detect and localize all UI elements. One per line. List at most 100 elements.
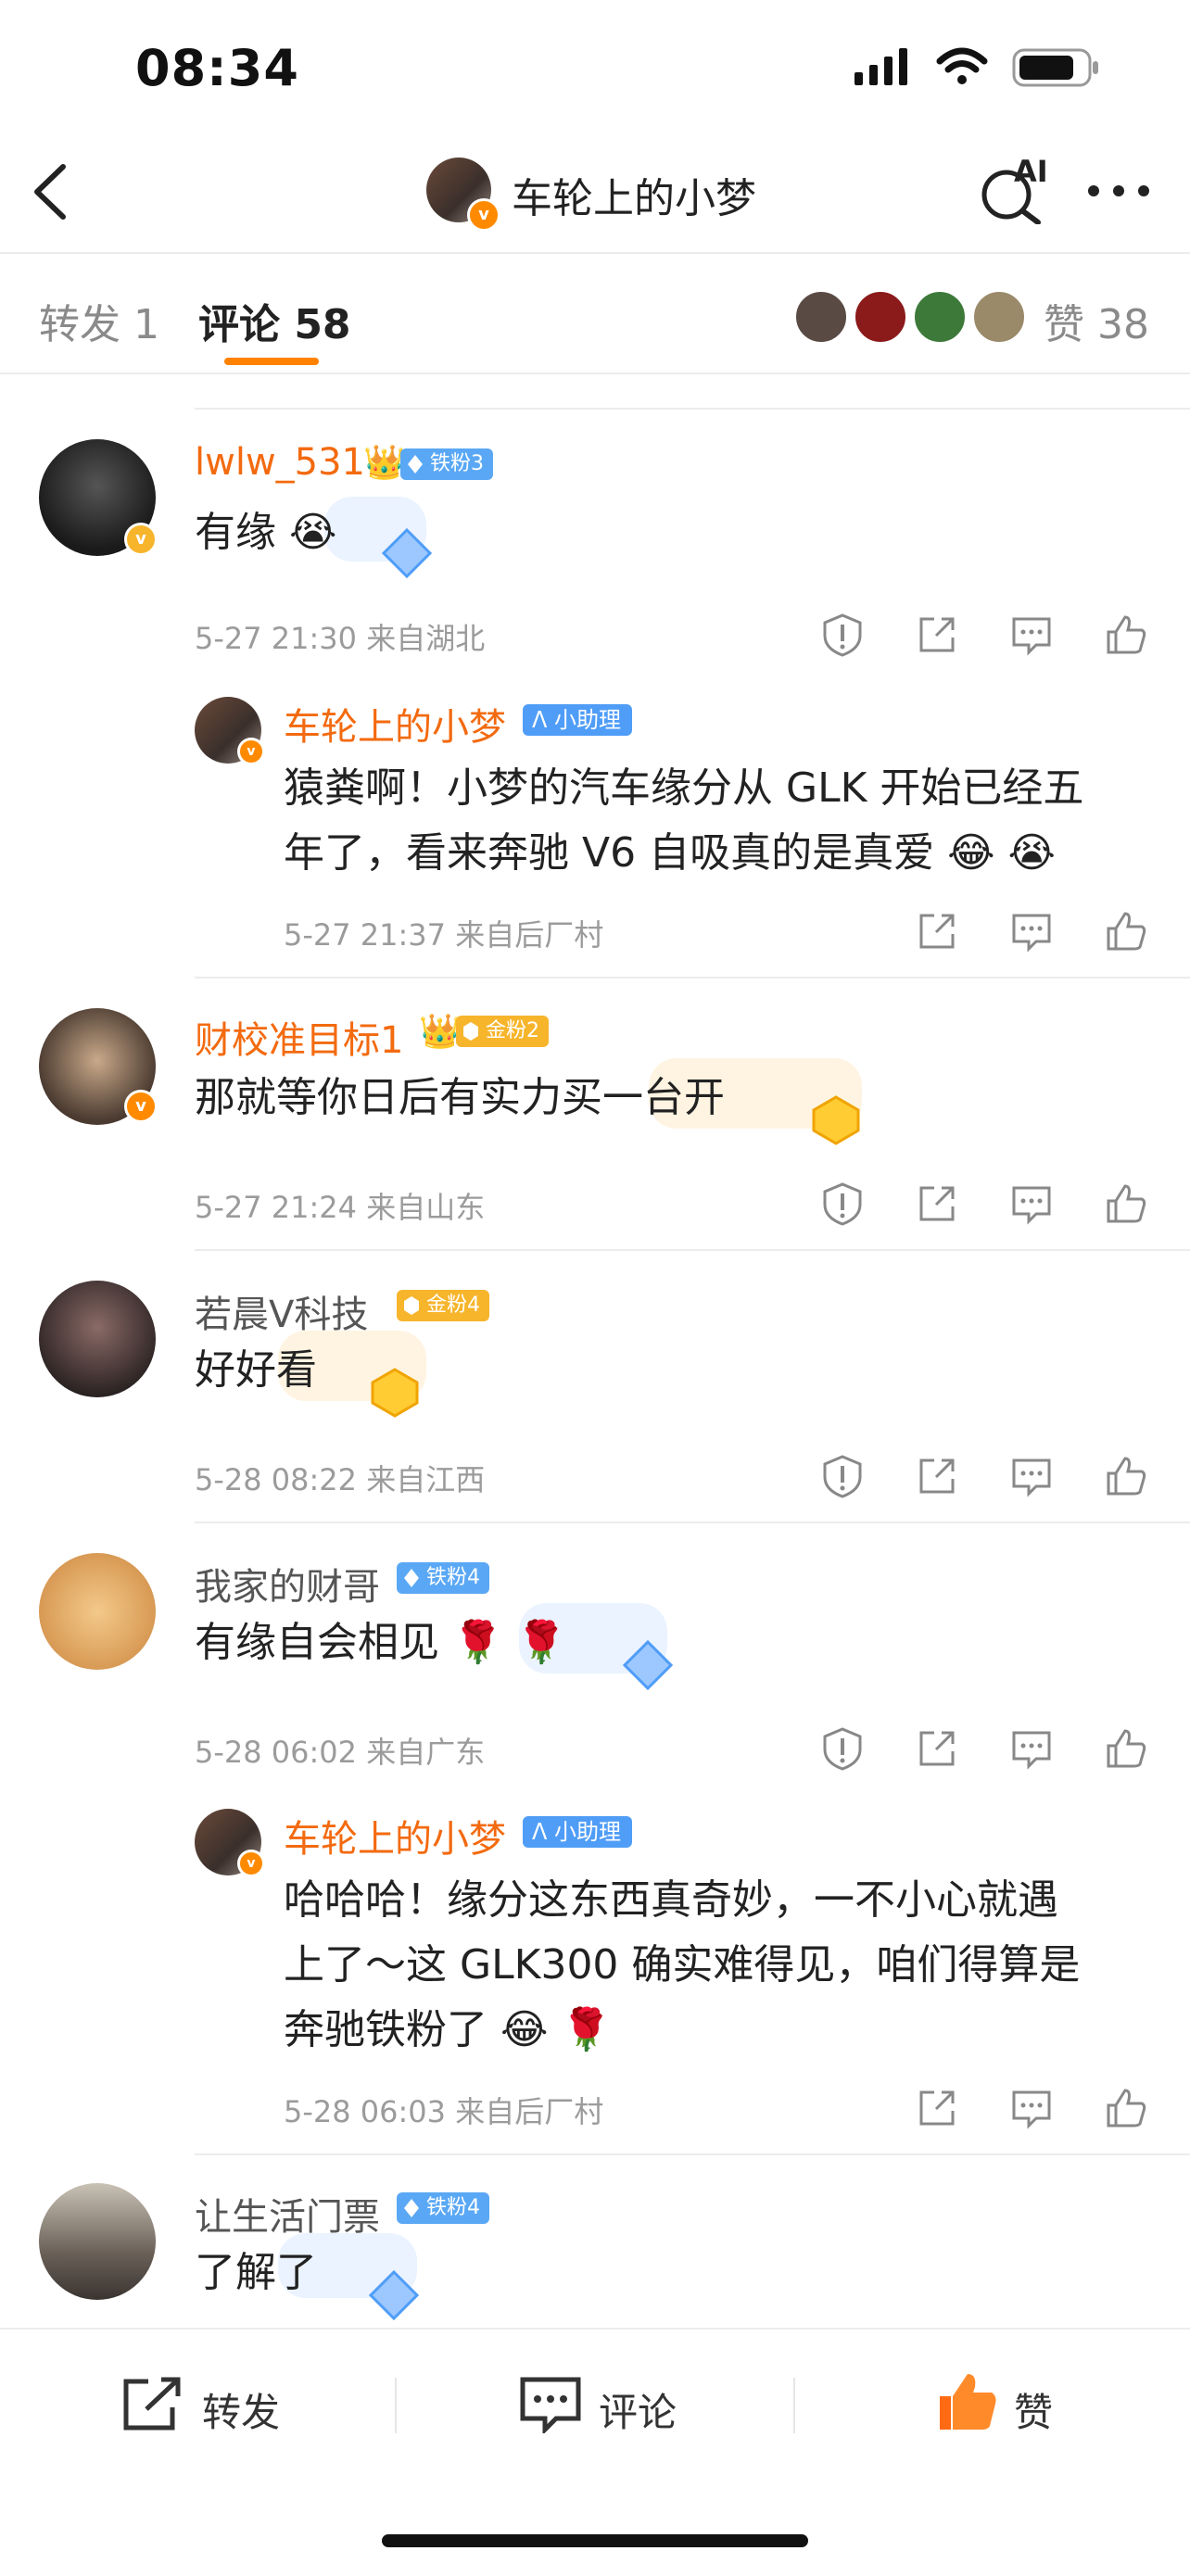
reply-meta: 5-28 06:03 来自后厂村 (284, 2094, 604, 2129)
status-time: 08:34 (135, 39, 299, 97)
like-icon[interactable] (1103, 1453, 1149, 1499)
comment-meta: 5-28 06:02 来自广东 (195, 1735, 486, 1770)
commenter-avatar[interactable] (39, 1553, 156, 1670)
reply-username[interactable]: 车轮上的小梦 (284, 1809, 506, 1863)
fan-badge: 铁粉4 (397, 2192, 489, 2224)
active-tab-indicator (224, 358, 319, 365)
fan-badge-label: 铁粉4 (426, 1566, 480, 1589)
wifi-icon (936, 47, 988, 84)
comment-meta: 5-27 21:30 来自湖北 (195, 621, 486, 656)
share-icon[interactable] (914, 612, 960, 658)
report-icon[interactable] (819, 1725, 866, 1772)
crown-icon: 👑 (363, 444, 405, 482)
comment-meta: 5-28 08:22 来自江西 (195, 1462, 486, 1497)
gold-badge-icon (371, 1368, 419, 1418)
reply-username[interactable]: 车轮上的小梦 (284, 697, 506, 751)
comment-icon[interactable] (1008, 908, 1055, 954)
commenter-avatar[interactable] (39, 1281, 156, 1397)
comment-icon[interactable] (1008, 1725, 1055, 1772)
tab-likes[interactable]: 赞 38 (1044, 291, 1149, 350)
back-arrow-icon[interactable] (28, 159, 74, 224)
comment-username[interactable]: 财校准目标1 (195, 1010, 403, 1064)
comment-icon[interactable] (1008, 1453, 1055, 1499)
diamond-icon (408, 455, 423, 474)
like-button[interactable]: 赞 (1014, 2381, 1053, 2438)
verified-badge-icon: v (124, 1090, 158, 1123)
like-icon[interactable] (1103, 2085, 1149, 2131)
reply-meta: 5-27 21:37 来自后厂村 (284, 917, 604, 953)
liker-avatar[interactable] (853, 289, 908, 345)
row-divider (195, 1522, 1190, 1523)
diamond-icon (368, 2269, 420, 2321)
verified-badge-icon: v (237, 1850, 265, 1877)
share-icon[interactable] (914, 2085, 960, 2131)
comment-icon[interactable] (1008, 2085, 1055, 2131)
comment-icon[interactable] (519, 2376, 582, 2433)
like-icon[interactable] (1103, 612, 1149, 658)
liker-avatar[interactable] (793, 289, 849, 345)
share-icon[interactable] (914, 1181, 960, 1227)
comment-text: 有缘 😭 (195, 509, 337, 556)
home-indicator (382, 2534, 808, 2547)
share-icon[interactable] (914, 1725, 960, 1772)
crown-icon: 👑 (419, 1013, 461, 1051)
page-title: 车轮上的小梦 (512, 175, 756, 222)
liker-avatar[interactable] (971, 289, 1027, 345)
row-divider (195, 1249, 1190, 1251)
comment-text: 好好看 (195, 1346, 317, 1394)
row-divider (195, 2153, 1190, 2155)
bottom-divider (395, 2378, 397, 2433)
fan-badge: 铁粉4 (397, 1562, 489, 1594)
verified-badge-icon: v (467, 198, 500, 232)
like-icon[interactable] (1103, 1181, 1149, 1227)
bottom-divider (793, 2378, 795, 2433)
ai-label: AI (1014, 154, 1048, 189)
comment-text: 了解了 (195, 2249, 317, 2296)
like-icon[interactable] (1103, 1725, 1149, 1772)
row-divider (195, 408, 1190, 410)
commenter-avatar[interactable] (39, 2183, 156, 2300)
comment-username[interactable]: lwlw_531 (195, 441, 365, 484)
comment-username[interactable]: 我家的财哥 (195, 1557, 380, 1610)
cellular-signal-icon (855, 48, 907, 85)
diamond-icon (622, 1639, 674, 1691)
reply-text: 哈哈哈！缘分这东西真奇妙，一不小心就遇 上了～这 GLK300 确实难得见，咱们… (284, 1876, 1081, 2053)
fan-badge-label: 铁粉3 (430, 452, 484, 475)
share-icon[interactable] (914, 908, 960, 954)
hexagon-icon (463, 1022, 478, 1041)
gold-badge-icon (812, 1095, 860, 1145)
fan-badge-label: 金粉4 (426, 1294, 480, 1317)
comment-text: 有缘自会相见 🌹 🌹 (195, 1619, 567, 1666)
more-icon[interactable] (1086, 182, 1151, 200)
tab-comments[interactable]: 评论 58 (198, 291, 351, 350)
fan-badge: 金粉4 (397, 1290, 489, 1321)
verified-badge-icon: v (237, 738, 265, 765)
battery-icon (1012, 48, 1098, 87)
report-icon[interactable] (819, 1181, 866, 1227)
tabs-divider (0, 373, 1190, 374)
reply-text: 猿粪啊！小梦的汽车缘分从 GLK 开始已经五 年了，看来奔驰 V6 自吸真的是真… (284, 764, 1084, 877)
comment-icon[interactable] (1008, 612, 1055, 658)
hexagon-icon (404, 1296, 419, 1315)
comment-meta: 5-27 21:24 来自山东 (195, 1190, 486, 1225)
like-active-icon[interactable] (936, 2370, 999, 2435)
repost-button[interactable]: 转发 (202, 2381, 280, 2438)
report-icon[interactable] (819, 612, 866, 658)
report-icon[interactable] (819, 1453, 866, 1499)
diamond-icon (404, 2199, 419, 2217)
ai-assistant-badge: ᐱ 小助理 (523, 704, 633, 736)
row-divider (195, 977, 1190, 979)
comment-button[interactable]: 评论 (599, 2381, 677, 2438)
fan-badge: 金粉2 (456, 1016, 549, 1047)
comment-text: 那就等你日后有实力买一台开 (195, 1074, 725, 1121)
share-icon[interactable] (914, 1453, 960, 1499)
comment-icon[interactable] (1008, 1181, 1055, 1227)
fan-badge: 铁粉3 (400, 448, 493, 480)
nav-divider (0, 252, 1190, 254)
liker-avatar[interactable] (912, 289, 968, 345)
ai-assistant-badge: ᐱ 小助理 (523, 1816, 633, 1848)
repost-icon[interactable] (120, 2376, 185, 2433)
diamond-icon (404, 1569, 419, 1587)
tab-repost[interactable]: 转发 1 (39, 291, 159, 350)
like-icon[interactable] (1103, 908, 1149, 954)
